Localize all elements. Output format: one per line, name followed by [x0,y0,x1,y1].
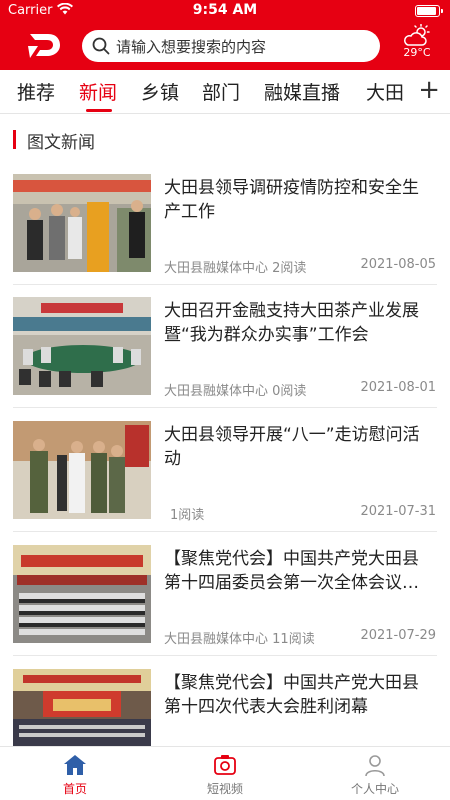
divider [13,655,437,656]
tab-departments[interactable]: 部门 [202,78,240,105]
news-title: 大田县领导开展“八一”走访慰问活动 [164,425,420,469]
active-tab-indicator [86,109,112,112]
news-thumbnail [13,669,151,746]
nav-profile-label: 个人中心 [350,782,399,796]
battery-fill [417,7,436,15]
nav-home[interactable]: 首页 [25,753,125,797]
news-title: 【聚焦党代会】中国共产党大田县第十四届委员会第一次全体会议召开 [164,549,419,593]
tab-recommend[interactable]: 推荐 [17,78,55,105]
channel-tabs: 推荐 新闻 乡镇 部门 融媒直播 大田 + [0,70,450,114]
news-source: 大田县融媒体中心 [164,384,269,399]
app-header: Carrier 9:54 AM 请输入想要搜索的内容 29°C [0,0,450,70]
person-icon [365,755,385,777]
nav-short-video[interactable]: 短视频 [175,753,275,797]
home-icon [64,755,86,775]
news-reads: 2阅读 [272,261,307,276]
nav-profile[interactable]: 个人中心 [325,753,425,797]
status-bar: Carrier 9:54 AM [0,0,450,22]
news-date: 2021-08-01 [360,380,436,395]
news-reads: 11阅读 [272,632,315,647]
news-thumbnail [13,545,151,643]
divider [13,407,437,408]
section-header: 图文新闻 [0,124,450,156]
weather-widget[interactable]: 29°C [398,24,436,68]
search-box[interactable]: 请输入想要搜索的内容 [82,30,380,62]
search-placeholder: 请输入想要搜索的内容 [116,38,267,56]
camera-icon [214,755,236,775]
news-thumbnail [13,421,151,519]
nav-short-video-label: 短视频 [206,782,243,796]
news-source: 大田县融媒体中心 [164,632,269,647]
weather-temp: 29°C [403,46,431,59]
news-date: 2021-08-05 [360,257,436,272]
tab-towns[interactable]: 乡镇 [141,78,179,105]
bottom-navigation: 首页 短视频 个人中心 [0,746,450,800]
news-source: 大田县融媒体中心 [164,261,269,276]
divider [13,284,437,285]
news-title: 【聚焦党代会】中国共产党大田县第十四次代表大会胜利闭幕 [164,673,419,717]
status-time: 9:54 AM [192,2,258,18]
tab-live[interactable]: 融媒直播 [264,78,340,105]
news-thumbnail [13,174,151,272]
news-date: 2021-07-29 [360,628,436,643]
app-logo-icon[interactable] [26,30,62,60]
section-accent-bar [13,130,16,149]
tab-datian[interactable]: 大田 [366,78,404,105]
divider [13,531,437,532]
news-title: 大田县领导调研疫情防控和安全生产工作 [164,178,419,222]
news-date: 2021-07-31 [360,504,436,519]
cloud-sun-icon [404,24,430,46]
tab-news[interactable]: 新闻 [79,78,117,105]
nav-home-label: 首页 [62,782,87,796]
battery-icon [415,5,443,17]
news-thumbnail [13,297,151,395]
search-icon [92,37,110,55]
news-reads: 0阅读 [272,384,307,399]
section-title: 图文新闻 [27,133,95,153]
news-title: 大田召开金融支持大田茶产业发展暨“我为群众办实事”工作会 [164,301,419,345]
news-reads: 1阅读 [170,508,205,523]
add-channel-button[interactable]: + [418,75,440,105]
